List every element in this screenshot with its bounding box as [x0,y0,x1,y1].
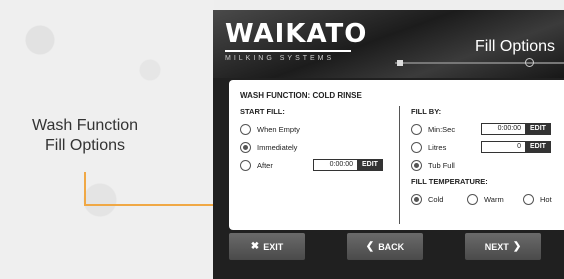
radio-immediately[interactable]: Immediately [240,140,297,154]
screen-title: Fill Options [475,38,556,55]
radio-label: Min:Sec [428,124,456,134]
radio-label: After [257,160,273,170]
radio-label: Hot [540,194,552,204]
radio-circle [411,141,422,153]
x-icon: ✖ [250,241,260,252]
back-label: BACK [378,241,405,252]
radio-tub-full[interactable]: Tub Full [411,158,455,172]
radio-litres[interactable]: Litres [411,140,446,154]
screen-header: WAIKATO MILKING SYSTEMS Fill Options [213,10,564,78]
exit-button[interactable]: ✖ EXIT [229,233,305,260]
connector-line-horizontal [84,204,214,206]
next-label: NEXT [484,241,509,252]
options-panel: WASH FUNCTION: COLD RINSE START FILL: Wh… [229,80,564,230]
panel-title: WASH FUNCTION: COLD RINSE [240,91,362,100]
radio-hot[interactable]: Hot [523,192,552,206]
caption-line-2: Fill Options [44,137,126,154]
progress-start-marker [397,60,403,66]
radio-circle-selected [411,159,422,171]
connector-line-vertical [84,172,86,205]
radio-label: When Empty [257,124,300,134]
caption-line-1: Wash Function [31,117,139,134]
progress-track [395,62,564,64]
radio-after[interactable]: After [240,158,273,172]
radio-label: Litres [428,142,447,152]
waikato-logo: WAIKATO MILKING SYSTEMS [225,19,368,70]
litres-edit-button[interactable]: EDIT [525,141,551,153]
progress-step-marker [525,58,534,67]
radio-when-empty[interactable]: When Empty [240,122,300,136]
radio-label: Warm [484,194,504,204]
min-sec-edit-button[interactable]: EDIT [525,123,551,135]
chevron-right-icon: ❯ [512,241,522,252]
device-screen: WAIKATO MILKING SYSTEMS Fill Options WAS… [213,10,564,279]
radio-cold[interactable]: Cold [411,192,443,206]
logo-text: WAIKATO [225,19,368,49]
logo-underline [225,50,351,52]
litres-field: 0 EDIT [481,141,551,153]
radio-label: Immediately [257,142,298,152]
after-time-value: 0:00:00 [313,159,357,171]
radio-warm[interactable]: Warm [467,192,504,206]
radio-circle [240,159,251,171]
next-button[interactable]: NEXT ❯ [465,233,541,260]
fill-by-label: FILL BY: [411,107,442,116]
radio-circle [411,123,422,135]
min-sec-field: 0:00:00 EDIT [481,123,551,135]
radio-min-sec[interactable]: Min:Sec [411,122,455,136]
fill-temperature-label: FILL TEMPERATURE: [411,177,488,186]
min-sec-value: 0:00:00 [481,123,525,135]
chevron-left-icon: ❮ [365,241,375,252]
litres-value: 0 [481,141,525,153]
back-button[interactable]: ❮ BACK [347,233,423,260]
feature-caption: Wash Function Fill Options [20,116,150,156]
column-divider [399,106,400,224]
radio-circle [467,193,478,205]
radio-label: Tub Full [428,160,455,170]
after-time-field: 0:00:00 EDIT [313,159,383,171]
radio-circle-selected [411,193,422,205]
radio-circle [240,123,251,135]
after-edit-button[interactable]: EDIT [357,159,383,171]
radio-circle-selected [240,141,251,153]
logo-subtext: MILKING SYSTEMS [225,55,335,62]
exit-label: EXIT [263,241,284,252]
radio-label: Cold [428,194,444,204]
radio-circle [523,193,534,205]
start-fill-label: START FILL: [240,107,285,116]
